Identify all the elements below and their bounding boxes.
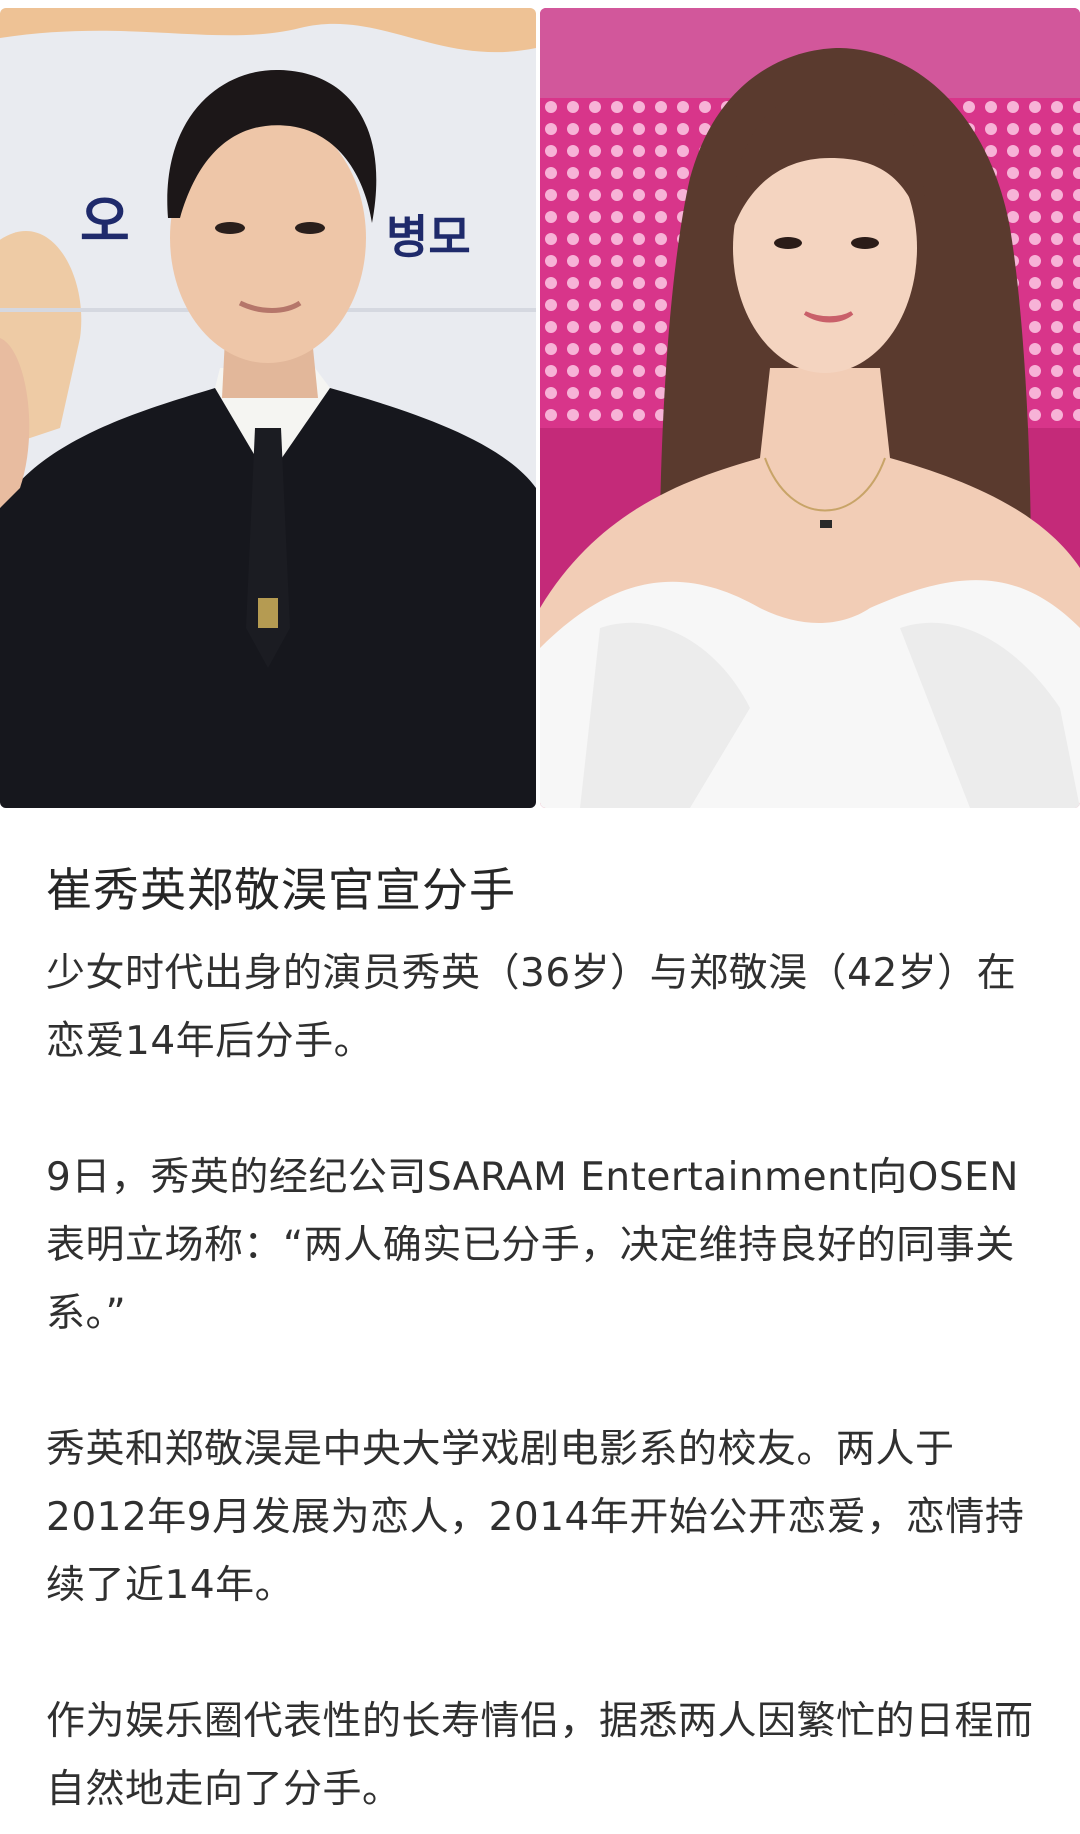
article-paragraph-2: 9日，秀英的经纪公司SARAM Entertainment向OSEN表明立场称：… (46, 1155, 1019, 1336)
poster-text-left: 오 (80, 190, 130, 253)
poster-text-right: 병모 (386, 210, 471, 264)
article-paragraph-4: 作为娱乐圈代表性的长寿情侣，据悉两人因繁忙的日程而自然地走向了分手。 (46, 1699, 1034, 1812)
article-paragraph-3: 秀英和郑敬淏是中央大学戏剧电影系的校友。两人于2012年9月发展为恋人，2014… (46, 1427, 1025, 1608)
right-photo[interactable] (540, 8, 1080, 808)
photo-strip: 오 병모 (0, 8, 1080, 808)
woman-portrait-image (540, 8, 1080, 808)
man-portrait-image: 오 병모 (0, 8, 536, 808)
article-paragraph-1: 少女时代出身的演员秀英（36岁）与郑敬淏（42岁）在恋爱14年后分手。 (46, 951, 1017, 1064)
left-photo[interactable]: 오 병모 (0, 8, 536, 808)
article-body: 崔秀英郑敬淏官宣分手 少女时代出身的演员秀英（36岁）与郑敬淏（42岁）在恋爱1… (46, 860, 1036, 1824)
article-headline: 崔秀英郑敬淏官宣分手 (46, 863, 516, 917)
